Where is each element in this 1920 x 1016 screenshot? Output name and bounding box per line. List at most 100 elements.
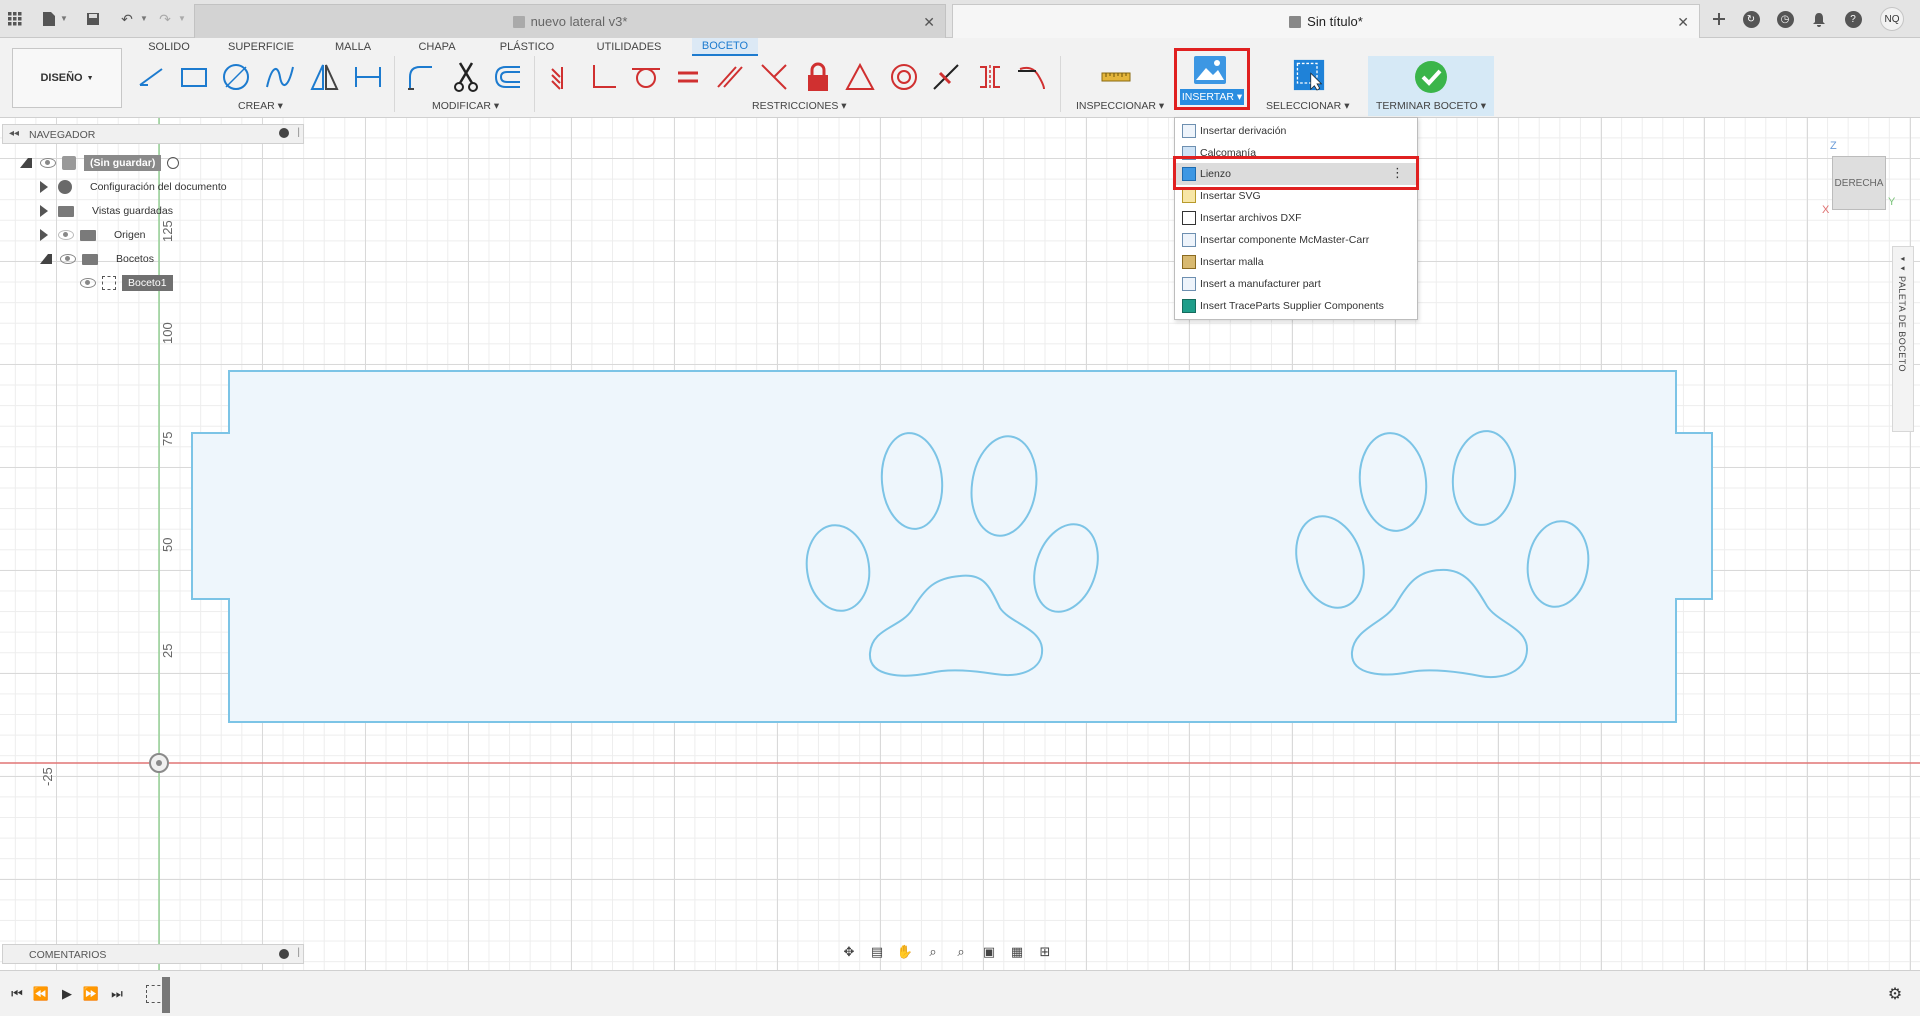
job-status-icon[interactable]: ◷ xyxy=(1774,8,1796,30)
timeline-end-icon[interactable]: ⏭ xyxy=(108,985,126,1003)
tab-malla[interactable]: MALLA xyxy=(330,38,376,56)
extensions-icon[interactable]: ↻ xyxy=(1740,8,1762,30)
close-tab-icon[interactable]: ✕ xyxy=(1677,14,1689,31)
measure-ruler-icon[interactable] xyxy=(1098,60,1134,94)
menu-item-traceparts[interactable]: Insert TraceParts Supplier Components xyxy=(1176,295,1416,317)
finish-sketch-button[interactable]: TERMINAR BOCETO ▾ xyxy=(1368,56,1494,116)
concentric-constraint-icon[interactable] xyxy=(886,60,922,94)
symmetric-constraint-icon[interactable] xyxy=(972,60,1008,94)
timeline-previous-icon[interactable]: ⏪ xyxy=(32,985,50,1003)
tree-item-origin[interactable]: Origen xyxy=(40,225,152,245)
redo-icon[interactable]: ↷ xyxy=(154,8,176,30)
midpoint-constraint-icon[interactable] xyxy=(928,60,964,94)
symmetry-triangle-icon[interactable] xyxy=(842,60,878,94)
insert-button[interactable]: INSERTAR ▾ xyxy=(1174,48,1250,110)
orbit-icon[interactable]: ✥ xyxy=(838,942,860,962)
timeline-marker[interactable] xyxy=(162,977,170,1013)
select-tool-icon[interactable] xyxy=(1290,56,1328,94)
menu-item-insert-mcmaster[interactable]: Insertar componente McMaster-Carr xyxy=(1176,229,1416,251)
equal-constraint-icon[interactable] xyxy=(670,60,706,94)
rectangle-tool-icon[interactable] xyxy=(176,60,212,94)
group-label-select[interactable]: SELECCIONAR ▾ xyxy=(1266,100,1349,112)
parallel-constraint-icon[interactable] xyxy=(712,60,748,94)
circle-tool-icon[interactable] xyxy=(218,60,254,94)
redo-caret-icon[interactable]: ▼ xyxy=(178,14,186,23)
zoom-icon[interactable]: ⌕ xyxy=(922,942,944,962)
display-settings-icon[interactable]: ▣ xyxy=(978,942,1000,962)
tab-utilidades[interactable]: UTILIDADES xyxy=(592,38,666,56)
menu-item-insert-dxf[interactable]: Insertar archivos DXF xyxy=(1176,207,1416,229)
expand-arrow-icon[interactable] xyxy=(40,181,48,193)
dimension-tool-icon[interactable] xyxy=(350,60,386,94)
document-tab-inactive[interactable]: nuevo lateral v3* ✕ xyxy=(194,4,946,38)
tangent-constraint-icon[interactable] xyxy=(628,60,664,94)
collinear-constraint-icon[interactable] xyxy=(756,60,792,94)
collapse-panel-icon[interactable]: ◂◂ xyxy=(9,128,19,139)
timeline-next-icon[interactable]: ⏩ xyxy=(82,985,100,1003)
add-comment-icon[interactable] xyxy=(279,949,289,959)
group-label-modify[interactable]: MODIFICAR ▾ xyxy=(432,100,499,112)
design-canvas[interactable]: 125 100 75 50 25 -25 xyxy=(0,118,1920,970)
panel-resize-handle[interactable]: | xyxy=(297,947,300,958)
help-icon[interactable]: ? xyxy=(1842,8,1864,30)
file-menu-caret-icon[interactable]: ▼ xyxy=(60,14,68,23)
undo-caret-icon[interactable]: ▼ xyxy=(140,14,148,23)
viewports-icon[interactable]: ⊞ xyxy=(1034,942,1056,962)
look-at-icon[interactable]: ▤ xyxy=(866,942,888,962)
close-tab-icon[interactable]: ✕ xyxy=(923,14,935,31)
spline-tool-icon[interactable] xyxy=(262,60,298,94)
fit-icon[interactable]: ⌕ xyxy=(950,942,972,962)
timeline-start-icon[interactable]: ⏮ xyxy=(8,985,26,1003)
tab-solido[interactable]: SOLIDO xyxy=(146,38,192,56)
fillet-tool-icon[interactable] xyxy=(402,60,438,94)
collapse-arrows-icon[interactable]: ◂◂ xyxy=(1898,254,1907,273)
tree-item-document-settings[interactable]: Configuración del documento xyxy=(40,177,233,197)
app-grid-icon[interactable] xyxy=(4,8,26,30)
group-label-constraints[interactable]: RESTRICCIONES ▾ xyxy=(752,100,847,112)
curvature-constraint-icon[interactable] xyxy=(1014,60,1050,94)
menu-item-manufacturer-part[interactable]: Insert a manufacturer part xyxy=(1176,273,1416,295)
tab-superficie[interactable]: SUPERFICIE xyxy=(226,38,296,56)
user-avatar[interactable]: NQ xyxy=(1880,7,1904,31)
coincident-constraint-icon[interactable] xyxy=(544,60,580,94)
file-icon[interactable] xyxy=(38,8,60,30)
expand-arrow-icon[interactable] xyxy=(40,229,48,241)
menu-item-insert-derive[interactable]: Insertar derivación xyxy=(1176,120,1416,142)
notifications-icon[interactable] xyxy=(1808,8,1830,30)
insert-dropdown-label[interactable]: INSERTAR ▾ xyxy=(1180,89,1244,105)
hidden-eye-icon[interactable] xyxy=(58,230,74,240)
grid-settings-icon[interactable]: ▦ xyxy=(1006,942,1028,962)
tab-plastico[interactable]: PLÁSTICO xyxy=(494,38,560,56)
tab-boceto[interactable]: BOCETO xyxy=(692,38,758,56)
tree-item-saved-views[interactable]: Vistas guardadas xyxy=(40,201,179,221)
offset-tool-icon[interactable] xyxy=(490,60,526,94)
pan-hand-icon[interactable]: ✋ xyxy=(894,942,916,962)
trim-scissors-icon[interactable] xyxy=(448,60,484,94)
group-label-inspect[interactable]: INSPECCIONAR ▾ xyxy=(1076,100,1164,112)
active-target-icon[interactable] xyxy=(167,157,180,169)
browser-panel-header[interactable]: ◂◂ NAVEGADOR | xyxy=(2,124,304,144)
group-label-create[interactable]: CREAR ▾ xyxy=(238,100,283,112)
mirror-tool-icon[interactable] xyxy=(306,60,342,94)
tree-item-sketch1[interactable]: Boceto1 xyxy=(80,273,173,293)
tree-root[interactable]: (Sin guardar) xyxy=(20,153,180,173)
timeline-play-icon[interactable]: ▶ xyxy=(58,985,76,1003)
expand-arrow-icon[interactable] xyxy=(40,205,48,217)
menu-item-insert-mesh[interactable]: Insertar malla xyxy=(1176,251,1416,273)
save-icon[interactable] xyxy=(82,8,104,30)
panel-options-icon[interactable] xyxy=(279,128,289,138)
tab-chapa[interactable]: CHAPA xyxy=(414,38,460,56)
comments-panel-header[interactable]: COMENTARIOS | xyxy=(2,944,304,964)
viewcube[interactable]: DERECHA xyxy=(1832,156,1886,210)
perpendicular-constraint-icon[interactable] xyxy=(586,60,622,94)
workspace-switcher-button[interactable]: DISEÑO ▼ xyxy=(12,48,122,108)
line-tool-icon[interactable] xyxy=(134,60,170,94)
visibility-eye-icon[interactable] xyxy=(80,278,96,288)
panel-resize-handle[interactable]: | xyxy=(297,127,300,138)
collapse-arrow-icon[interactable] xyxy=(20,158,32,168)
tree-item-sketches[interactable]: Bocetos xyxy=(40,249,160,269)
document-tab-active[interactable]: Sin título* ✕ xyxy=(952,4,1700,38)
visibility-eye-icon[interactable] xyxy=(60,254,76,264)
visibility-eye-icon[interactable] xyxy=(40,158,56,168)
fix-lock-icon[interactable] xyxy=(800,60,836,94)
